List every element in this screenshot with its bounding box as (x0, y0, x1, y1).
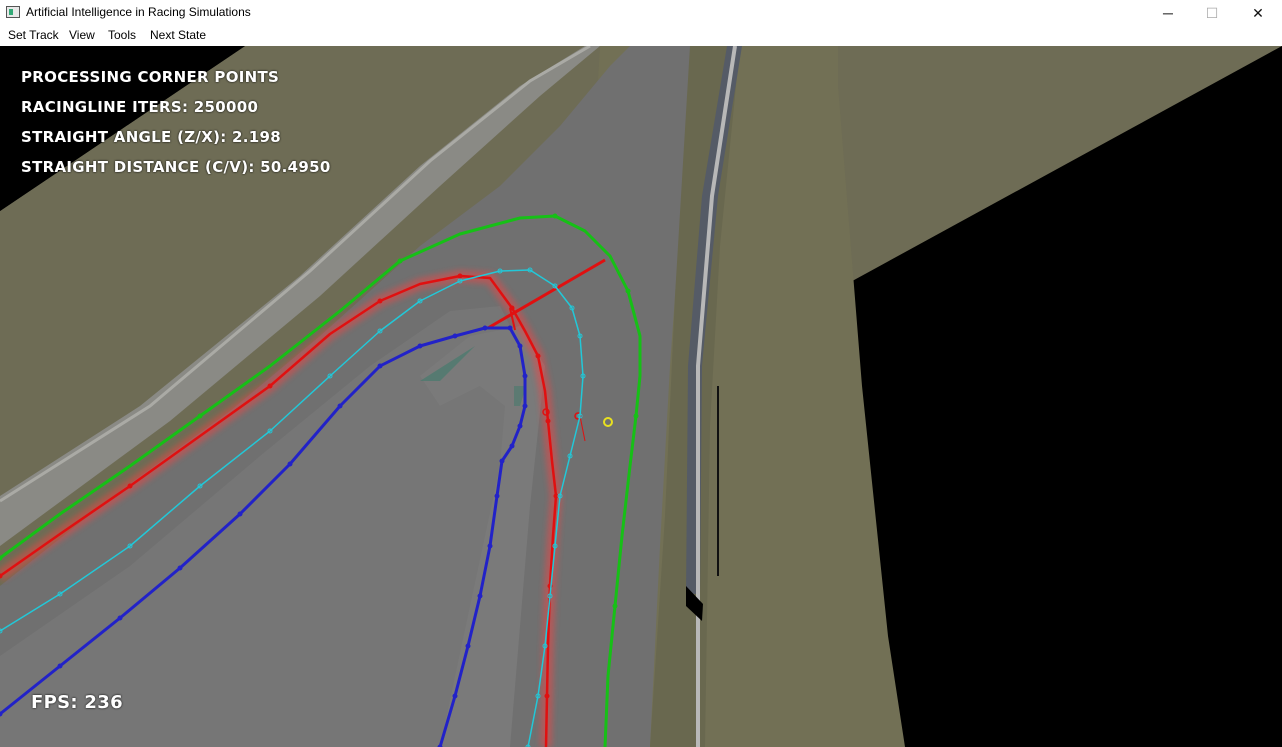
line-node (625, 288, 631, 294)
line-node (377, 363, 383, 369)
menu-view[interactable]: View (69, 28, 95, 42)
app-window-icon (6, 6, 20, 18)
line-node (457, 273, 463, 279)
line-node (452, 333, 458, 339)
hud-straight-angle: STRAIGHT ANGLE (Z/X): 2.198 (21, 128, 281, 146)
line-node (517, 423, 523, 429)
line-node (337, 403, 343, 409)
line-node (612, 603, 618, 609)
track-scene (0, 46, 1282, 747)
line-node (0, 555, 3, 561)
line-node (0, 711, 3, 717)
line-node (517, 343, 523, 349)
menu-bar: Set Track View Tools Next State (0, 26, 1282, 47)
line-node (0, 573, 3, 579)
line-node (553, 493, 559, 499)
line-node (494, 493, 500, 499)
line-node (237, 511, 243, 517)
menu-tools[interactable]: Tools (108, 28, 136, 42)
menu-next-state[interactable]: Next State (150, 28, 206, 42)
line-node (509, 305, 515, 311)
line-node (535, 353, 541, 359)
line-node (417, 343, 423, 349)
hud-status: PROCESSING CORNER POINTS (21, 68, 280, 86)
line-node (552, 213, 558, 219)
line-node (507, 325, 513, 331)
hud-straight-distance: STRAIGHT DISTANCE (C/V): 50.4950 (21, 158, 331, 176)
close-icon[interactable]: ✕ (1235, 0, 1281, 26)
line-node (377, 298, 383, 304)
minimize-icon[interactable]: ─ (1145, 0, 1191, 26)
line-node (545, 418, 551, 424)
render-viewport[interactable]: PROCESSING CORNER POINTS RACINGLINE ITER… (0, 46, 1282, 747)
line-node (127, 483, 133, 489)
title-bar: Artificial Intelligence in Racing Simula… (0, 0, 1282, 26)
line-node (57, 663, 63, 669)
window-title: Artificial Intelligence in Racing Simula… (26, 5, 251, 19)
line-node (633, 413, 639, 419)
line-node (522, 373, 528, 379)
hud-fps: FPS: 236 (31, 692, 123, 713)
line-node (487, 543, 493, 549)
line-node (465, 643, 471, 649)
line-node (177, 565, 183, 571)
line-node (482, 325, 488, 331)
maximize-icon[interactable]: ☐ (1189, 0, 1235, 26)
line-node (544, 693, 550, 699)
line-node (499, 458, 505, 464)
line-node (117, 615, 123, 621)
line-node (287, 461, 293, 467)
line-node (477, 593, 483, 599)
line-node (397, 258, 403, 264)
hud-racingline-iters: RACINGLINE ITERS: 250000 (21, 98, 259, 116)
line-node (509, 443, 515, 449)
line-node (522, 403, 528, 409)
line-node (197, 413, 203, 419)
menu-set-track[interactable]: Set Track (8, 28, 59, 42)
line-node (452, 693, 458, 699)
line-node (267, 383, 273, 389)
